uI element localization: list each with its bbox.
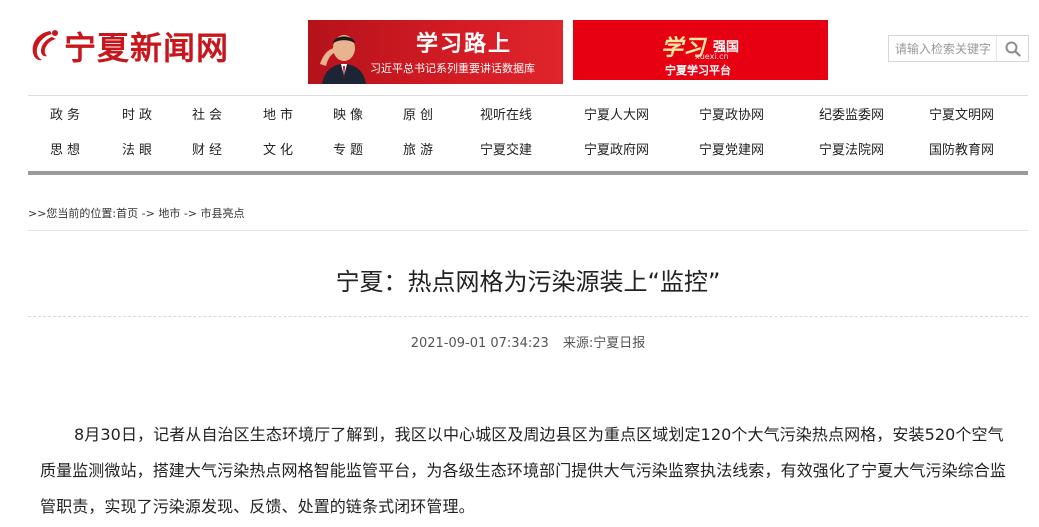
nav-item-dangjian[interactable]: 宁夏党建网 xyxy=(699,136,764,166)
article-meta: 2021-09-01 07:34:23 来源:宁夏日报 xyxy=(28,332,1028,351)
nav-item-jiwei[interactable]: 纪委监委网 xyxy=(819,101,884,131)
breadcrumb-separator: -> xyxy=(138,207,159,220)
nav-item-sixiang[interactable]: 思想 xyxy=(50,136,84,166)
nav-item-zhengwu[interactable]: 政务 xyxy=(50,101,84,131)
nav-row-1: 政务 时政 社会 地市 映像 原创 视听在线 宁夏人大网 宁夏政协网 纪委监委网… xyxy=(28,101,1028,131)
article-paragraph: 8月30日，记者从自治区生态环境厅了解到，我区以中心城区及周边县区为重点区域划定… xyxy=(40,425,1007,516)
nav-item-caijing[interactable]: 财经 xyxy=(192,136,226,166)
nav-item-fayuan[interactable]: 宁夏法院网 xyxy=(819,136,884,166)
nav-item-guofang[interactable]: 国防教育网 xyxy=(929,136,994,166)
nav-divider-bar xyxy=(28,171,1028,175)
nav-item-wenming[interactable]: 宁夏文明网 xyxy=(929,101,994,131)
site-logo[interactable]: 宁夏新闻网 xyxy=(28,24,229,68)
logo-text: 宁夏新闻网 xyxy=(64,29,230,67)
search-box xyxy=(888,35,1029,62)
article-title: 宁夏：热点网格为污染源装上“监控” xyxy=(335,268,721,296)
search-icon xyxy=(1005,41,1021,57)
nav-item-renda[interactable]: 宁夏人大网 xyxy=(584,101,649,131)
study-road-subtitle: 习近平总书记系列重要讲话数据库 xyxy=(370,62,535,75)
nav-item-yuanchuang[interactable]: 原创 xyxy=(403,101,437,131)
breadcrumb-current[interactable]: 市县亮点 xyxy=(201,207,245,220)
xuexi-url: xuexi.cn xyxy=(695,52,729,61)
title-divider xyxy=(28,316,1028,317)
nav-item-shizheng[interactable]: 时政 xyxy=(122,101,156,131)
main-nav: 政务 时政 社会 地市 映像 原创 视听在线 宁夏人大网 宁夏政协网 纪委监委网… xyxy=(28,95,1028,173)
xuexi-qiangguo-banner[interactable]: 学习 强国 xuexi.cn 宁夏学习平台 xyxy=(573,20,828,80)
breadcrumb-dishi[interactable]: 地市 xyxy=(158,207,180,220)
breadcrumb-home[interactable]: 首页 xyxy=(116,207,138,220)
search-input[interactable] xyxy=(889,36,997,61)
nav-item-yingxiang[interactable]: 映像 xyxy=(333,101,367,131)
breadcrumb-prefix: >>您当前的位置: xyxy=(28,207,117,220)
portrait-image xyxy=(320,35,366,84)
nav-item-jiaojian[interactable]: 宁夏交建 xyxy=(480,136,532,166)
search-button[interactable] xyxy=(996,36,1028,61)
study-road-banner[interactable]: 学习路上 习近平总书记系列重要讲话数据库 xyxy=(308,20,563,84)
article-source: 来源:宁夏日报 xyxy=(562,336,646,351)
study-road-title: 学习路上 xyxy=(416,32,513,57)
breadcrumb: >>您当前的位置:首页 -> 地市 -> 市县亮点 xyxy=(28,205,1028,231)
nav-item-zhengxie[interactable]: 宁夏政协网 xyxy=(699,101,764,131)
article-datetime: 2021-09-01 07:34:23 xyxy=(410,336,549,351)
xuexi-subtitle: 宁夏学习平台 xyxy=(665,64,731,77)
breadcrumb-separator: -> xyxy=(180,207,201,220)
nav-item-lvyou[interactable]: 旅游 xyxy=(403,136,437,166)
nav-item-shehui[interactable]: 社会 xyxy=(192,101,226,131)
nav-item-shiting[interactable]: 视听在线 xyxy=(480,101,532,131)
nav-item-fayan[interactable]: 法眼 xyxy=(122,136,156,166)
nav-item-dishi[interactable]: 地市 xyxy=(263,101,297,131)
logo-mark-icon xyxy=(32,30,58,61)
nav-item-zhengfu[interactable]: 宁夏政府网 xyxy=(584,136,649,166)
nav-item-zhuanti[interactable]: 专题 xyxy=(333,136,367,166)
nav-item-wenhua[interactable]: 文化 xyxy=(263,136,297,166)
nav-row-2: 思想 法眼 财经 文化 专题 旅游 宁夏交建 宁夏政府网 宁夏党建网 宁夏法院网… xyxy=(28,136,1028,166)
